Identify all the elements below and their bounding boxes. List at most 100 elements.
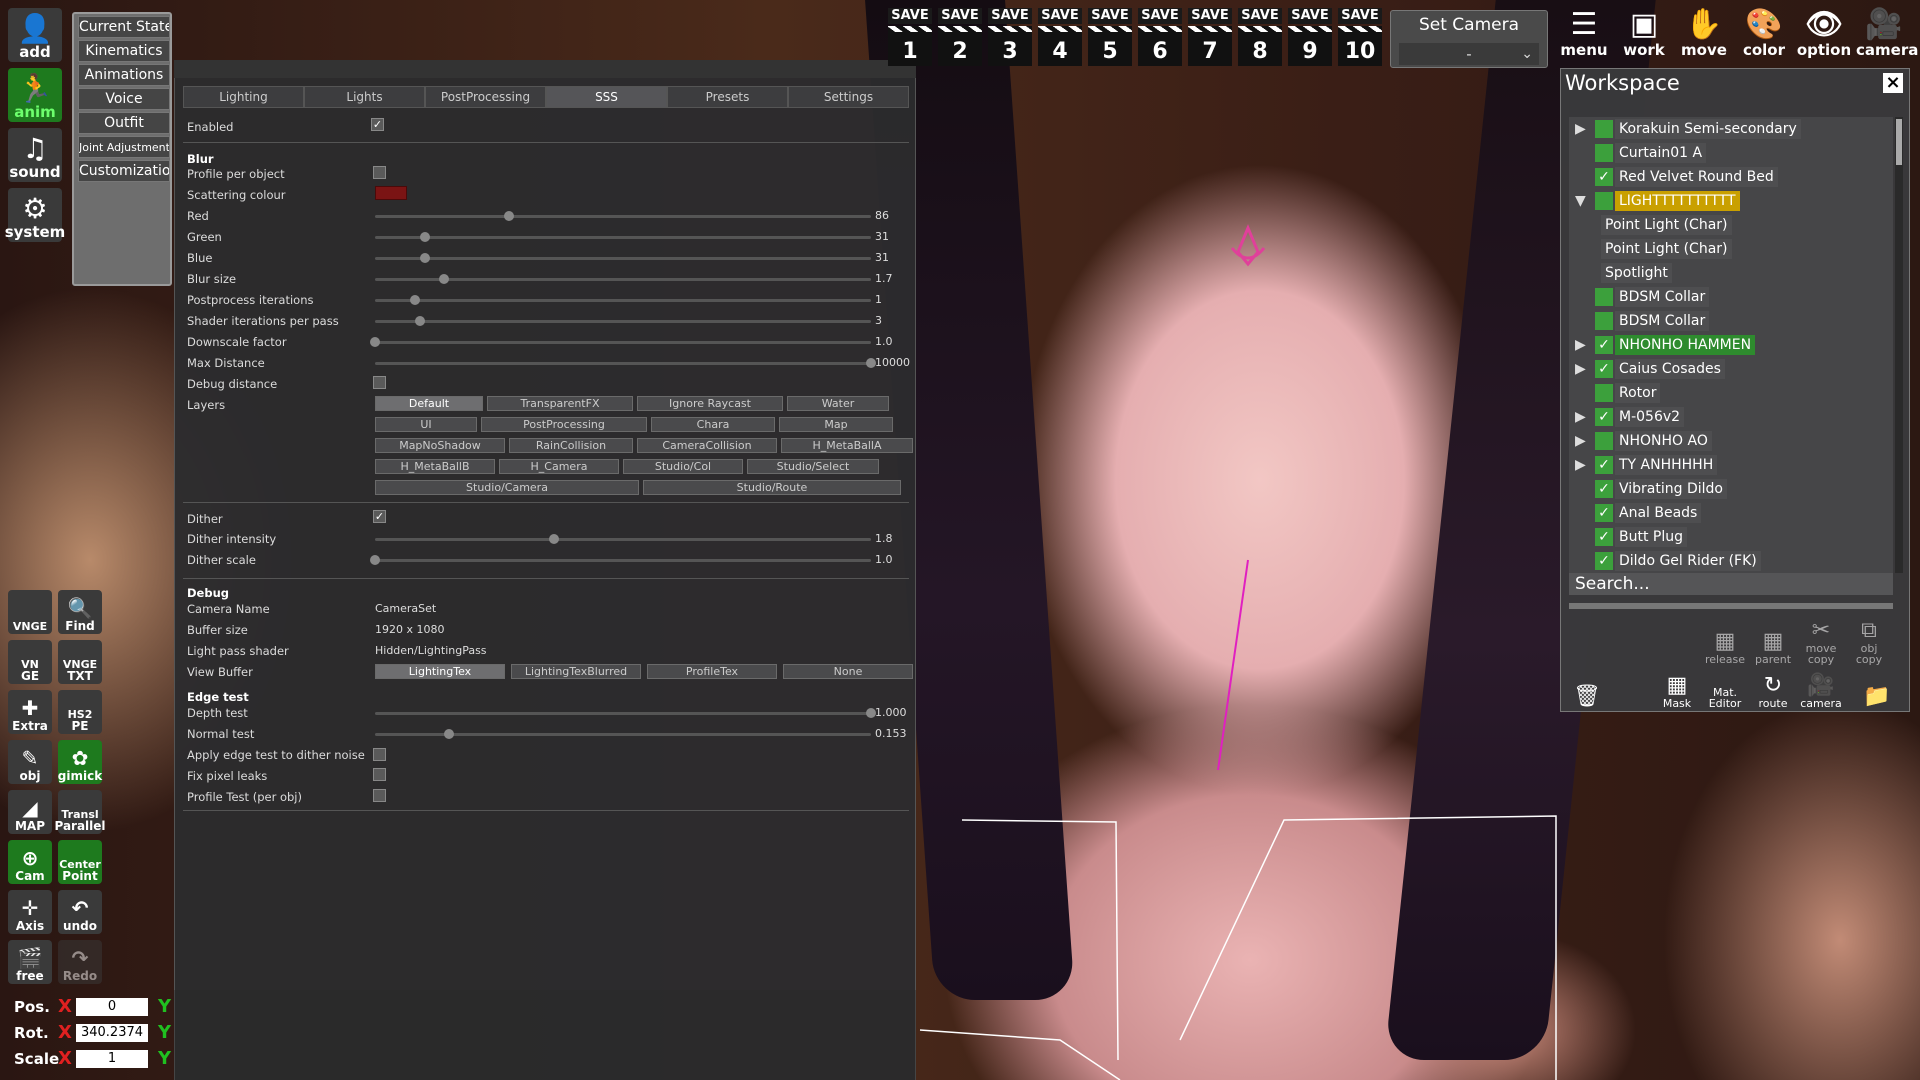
option-button[interactable]: 👁 option [1796,8,1852,60]
depth-test-slider[interactable] [375,708,876,718]
camera-button[interactable]: 🎥 camera [1799,669,1843,711]
green-value[interactable]: 31 [871,230,911,244]
speaker-tool-button[interactable]: VNGE [8,590,52,634]
workspace-tree-item[interactable]: ▶ ✓ Caius Cosades [1575,359,1891,379]
system-button[interactable]: ⚙ system [5,188,65,242]
search-tool-button[interactable]: 🔍 Find [58,590,102,634]
save-slot-9[interactable]: SAVE 9 [1288,8,1332,68]
pos-x-input[interactable]: 0 [76,998,148,1016]
mask-button[interactable]: ▦ Mask [1655,669,1699,711]
red-slider-handle[interactable] [503,211,514,221]
parent-button[interactable]: ▦ parent [1751,625,1795,667]
layer-button[interactable]: Ignore Raycast [637,396,783,411]
layer-button[interactable]: UI [375,417,477,432]
parallel-tool-button[interactable]: Transl Parallel [54,790,106,834]
workspace-tree-item[interactable]: Point Light (Char) [1575,239,1891,259]
add-camera-tool-button[interactable]: ⊕ Cam [8,840,52,884]
expand-arrow-icon[interactable]: ▶ [1575,407,1589,427]
workspace-tree-item[interactable]: Spotlight [1575,263,1891,283]
normal-test-slider[interactable] [375,729,871,739]
set-camera-dropdown[interactable]: - ⌄ [1399,43,1539,65]
blue-value[interactable]: 31 [871,251,911,265]
visibility-checkbox[interactable]: ✓ [1595,336,1613,354]
workspace-tree-item[interactable]: ▶ ✓ TY ANHHHHH [1575,455,1891,475]
scattering-colour-swatch[interactable] [375,186,407,200]
shader-iterations-per-pass-slider[interactable] [375,316,871,326]
downscale-factor-slider[interactable] [370,337,871,347]
layer-button[interactable]: TransparentFX [487,396,633,411]
redo-tool-button[interactable]: ↷ Redo [58,940,102,984]
tab-lights[interactable]: Lights [304,86,425,108]
folder-button[interactable]: 📁 [1855,669,1899,711]
blur-size-slider[interactable] [375,274,871,284]
workspace-tree-item[interactable]: BDSM Collar [1575,311,1891,331]
postprocess-iterations-slider-handle[interactable] [409,295,420,305]
visibility-checkbox[interactable]: ✓ [1595,168,1613,186]
save-slot-3[interactable]: SAVE 3 [988,8,1032,68]
layer-button[interactable]: Default [375,396,483,411]
layer-button[interactable]: Studio/Route [643,480,901,495]
move-copy-button[interactable]: ✂ move copy [1799,619,1843,667]
normal-test-value[interactable]: 0.153 [871,727,911,741]
left-menu-item[interactable]: Joint Adjustment [78,136,170,158]
visibility-checkbox[interactable] [1595,312,1613,330]
expand-arrow-icon[interactable]: ▶ [1575,335,1589,355]
workspace-tree-item[interactable]: ✓ Anal Beads [1575,503,1891,523]
visibility-checkbox[interactable] [1595,192,1613,210]
visibility-checkbox[interactable]: ✓ [1595,480,1613,498]
layer-button[interactable]: Chara [651,417,775,432]
profile-per-object-checkbox[interactable] [373,166,386,179]
layer-button[interactable]: Studio/Select [747,459,879,474]
camera-free-tool-button[interactable]: 🎬 free [8,940,52,984]
work-button[interactable]: ▣ work [1616,8,1672,60]
center-point-tool-button[interactable]: Center Point [58,840,102,884]
visibility-checkbox[interactable]: ✓ [1595,504,1613,522]
visibility-checkbox[interactable] [1595,144,1613,162]
normal-test-slider-handle[interactable] [444,729,455,739]
view-buffer-button[interactable]: None [783,664,913,679]
workspace-tree-item[interactable]: ▼ LIGHTTTTTTTTTT [1575,191,1891,211]
visibility-checkbox[interactable]: ✓ [1595,408,1613,426]
workspace-tree-item[interactable]: ✓ Butt Plug [1575,527,1891,547]
layer-button[interactable]: Studio/Camera [375,480,639,495]
scrollbar-thumb[interactable] [1896,119,1902,165]
layer-button[interactable]: Map [779,417,893,432]
camera-button[interactable]: 🎥 camera [1856,8,1918,60]
visibility-checkbox[interactable] [1595,384,1613,402]
save-slot-4[interactable]: SAVE 4 [1038,8,1082,68]
visibility-checkbox[interactable]: ✓ [1595,456,1613,474]
left-menu-item[interactable]: Outfit [78,112,170,134]
workspace-tree-item[interactable]: ▶ ✓ NHONHO HAMMEN [1575,335,1891,355]
visibility-checkbox[interactable]: ✓ [1595,552,1613,570]
layer-button[interactable]: PostProcessing [481,417,647,432]
max-distance-slider[interactable] [375,358,876,368]
debug-distance-checkbox[interactable] [373,376,386,389]
shader-iterations-per-pass-value[interactable]: 3 [871,314,911,328]
workspace-search-input[interactable]: Search... [1569,573,1893,595]
add-button[interactable]: 👤 add [8,8,62,62]
text-tool-button[interactable]: VNGE TXT [58,640,102,684]
mat-editor-button[interactable]: Mat. Editor [1703,669,1747,711]
layer-button[interactable]: CameraCollision [637,438,777,453]
save-slot-5[interactable]: SAVE 5 [1088,8,1132,68]
tab-sss[interactable]: SSS [546,86,667,108]
downscale-factor-value[interactable]: 1.0 [871,335,911,349]
red-slider[interactable] [375,211,871,221]
workspace-tree-item[interactable]: ✓ Dildo Gel Rider (FK) [1575,551,1891,571]
layer-button[interactable]: Water [787,396,889,411]
sound-button[interactable]: ♫ sound [8,128,62,182]
obj-copy-button[interactable]: ⧉ obj copy [1847,619,1891,667]
dither-checkbox[interactable]: ✓ [373,510,386,523]
visibility-checkbox[interactable] [1595,288,1613,306]
visibility-checkbox[interactable] [1595,120,1613,138]
postprocess-iterations-slider[interactable] [375,295,871,305]
vnge-tool-button[interactable]: VN GE [8,640,52,684]
layer-button[interactable]: MapNoShadow [375,438,505,453]
panel-title-bar[interactable] [174,60,916,78]
view-buffer-button[interactable]: LightingTexBlurred [511,664,641,679]
axis-tool-button[interactable]: ✛ Axis [8,890,52,934]
left-menu-item[interactable]: Voice [78,88,170,110]
enabled-checkbox[interactable]: ✓ [371,118,384,131]
dither-scale-slider[interactable] [370,555,871,565]
max-distance-value[interactable]: 10000 [871,356,911,370]
